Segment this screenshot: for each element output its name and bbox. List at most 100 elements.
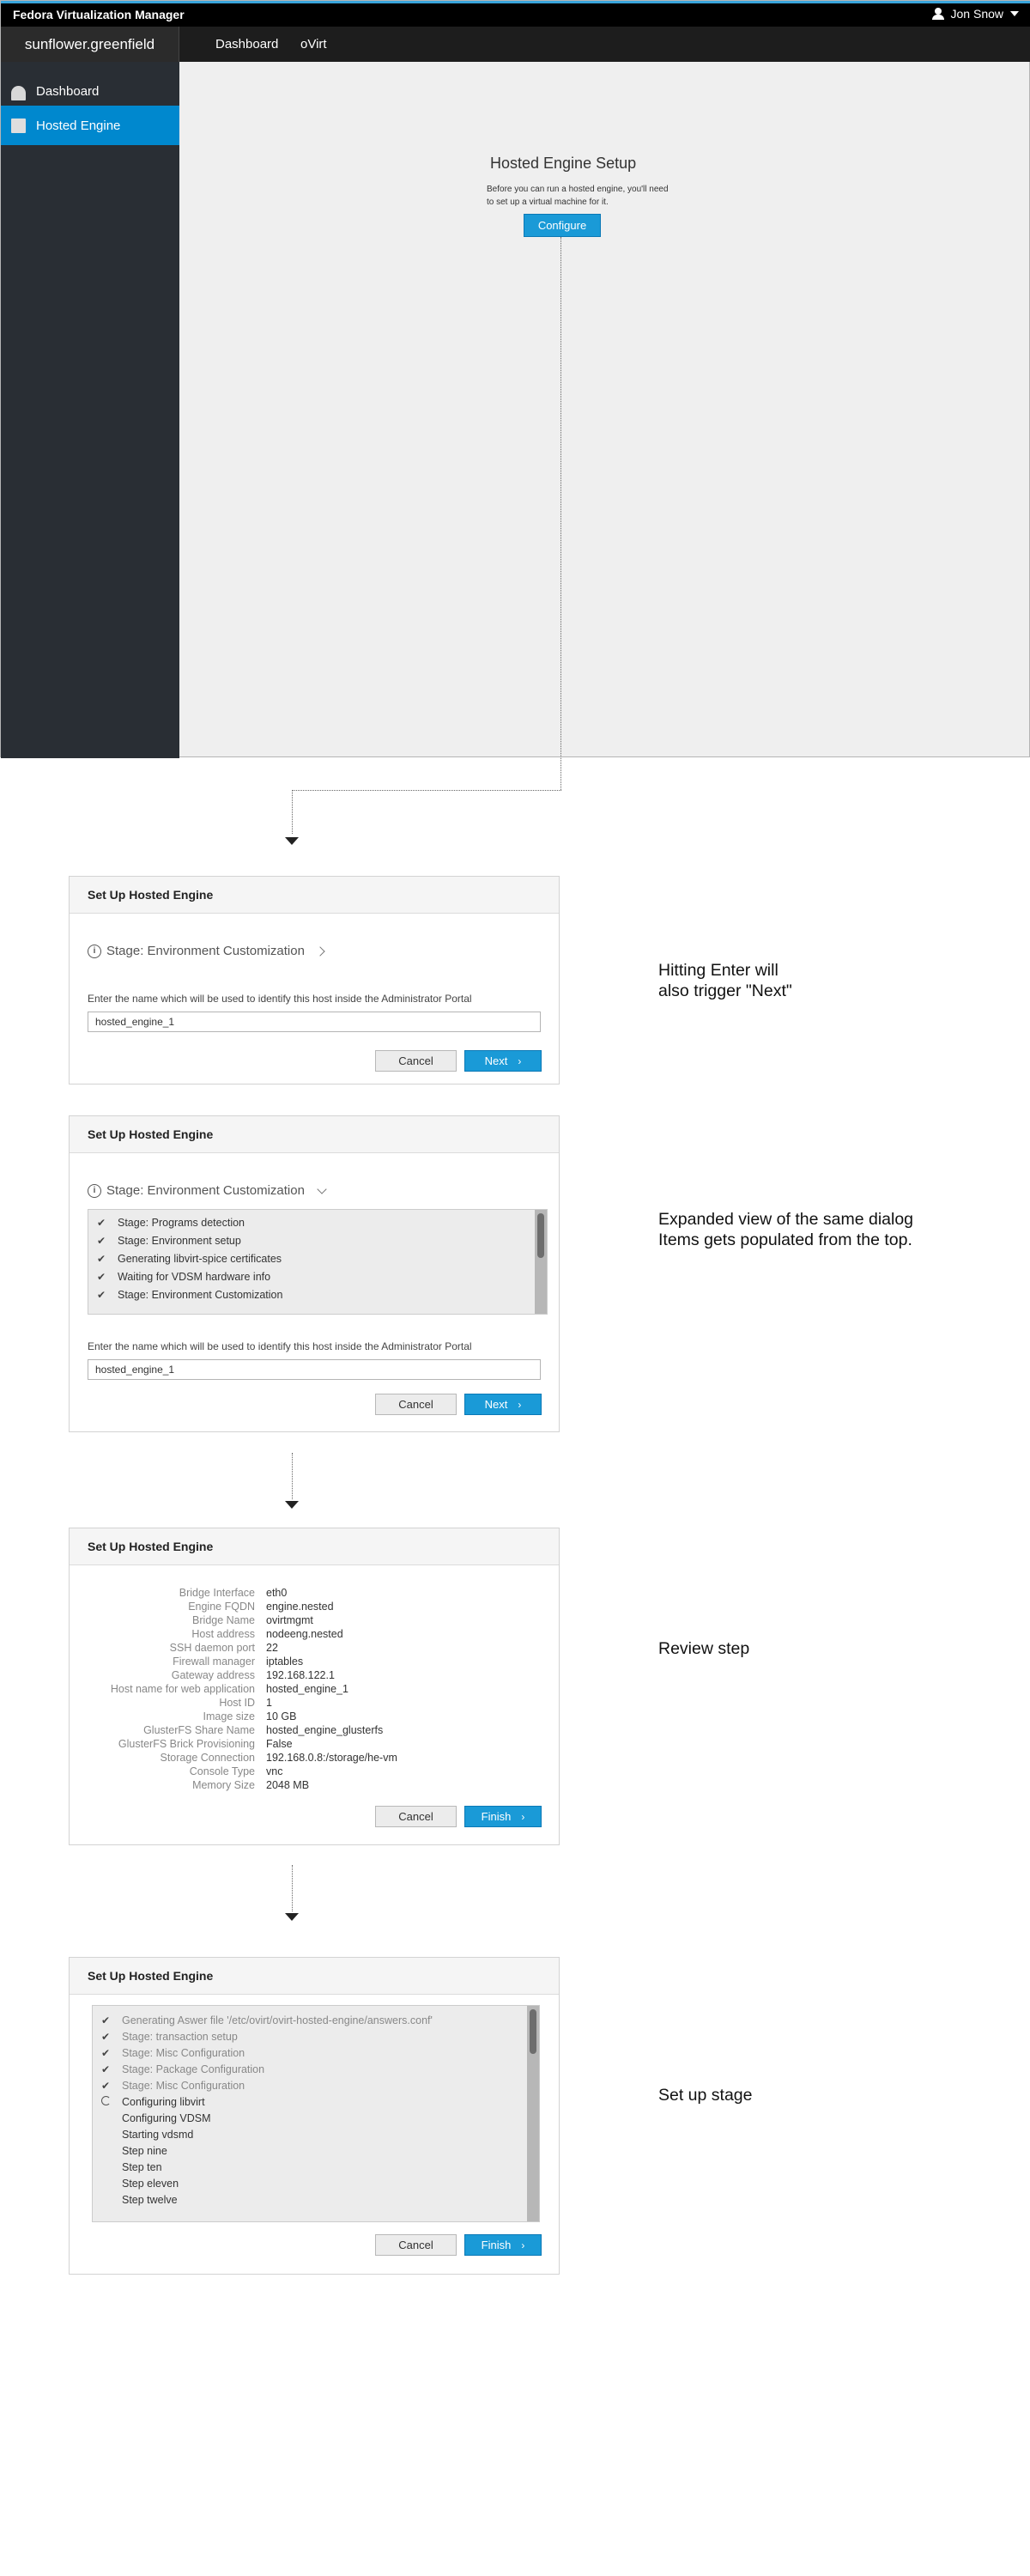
nav-bar: sunflower.greenfield Dashboard oVirt <box>1 27 1030 62</box>
log-item: ✔ Stage: Programs detection <box>97 1217 245 1229</box>
arrow-down-icon <box>285 837 299 845</box>
stage-toggle[interactable]: i Stage: Environment Customization <box>88 1183 327 1198</box>
cancel-button[interactable]: Cancel <box>375 1806 457 1827</box>
host-name-input[interactable]: hosted_engine_1 <box>88 1012 541 1032</box>
configure-button[interactable]: Configure <box>524 214 601 237</box>
review-value: 192.168.0.8:/storage/he-vm <box>266 1752 397 1764</box>
note-line: also trigger "Next" <box>658 981 792 1000</box>
review-label: Host ID <box>219 1697 255 1709</box>
review-label: Console Type <box>189 1765 255 1777</box>
next-button[interactable]: Next › <box>464 1050 542 1072</box>
log-item: Configuring VDSM <box>101 2112 211 2124</box>
review-label: Bridge Name <box>192 1614 255 1626</box>
log-text: Stage: transaction setup <box>122 2031 238 2043</box>
setup-description: Before you can run a hosted engine, you'… <box>487 185 669 207</box>
spinner-icon <box>101 2096 111 2105</box>
user-icon <box>931 8 944 20</box>
next-button[interactable]: Next › <box>464 1394 542 1415</box>
note-line: Expanded view of the same dialog <box>658 1210 914 1229</box>
check-icon: ✔ <box>101 2014 111 2026</box>
info-icon: i <box>88 944 101 958</box>
review-value: iptables <box>266 1656 304 1668</box>
flow-connector <box>292 790 293 834</box>
finish-button[interactable]: Finish › <box>464 1806 542 1827</box>
sidebar-item-label: Dashboard <box>36 83 100 99</box>
dialog-title: Set Up Hosted Engine <box>70 1116 559 1153</box>
log-item: ✔ Stage: Package Configuration <box>101 2063 264 2075</box>
next-label: Next <box>484 1054 508 1067</box>
stage-toggle[interactable]: i Stage: Environment Customization <box>88 944 325 958</box>
field-label: Enter the name which will be used to ide… <box>88 993 472 1005</box>
dialog-title: Set Up Hosted Engine <box>70 1528 559 1565</box>
dialog-title: Set Up Hosted Engine <box>70 877 559 914</box>
user-menu[interactable]: Jon Snow <box>931 7 1019 21</box>
nav-ovirt[interactable]: oVirt <box>300 27 327 62</box>
log-item: Step eleven <box>101 2178 179 2190</box>
sidebar-item-hosted-engine[interactable]: Hosted Engine <box>1 106 179 145</box>
log-text: Stage: Environment setup <box>118 1235 241 1247</box>
hosted-engine-icon <box>11 118 26 133</box>
log-item: Step ten <box>101 2161 162 2173</box>
scrollbar[interactable] <box>535 1210 547 1314</box>
setup-log[interactable]: ✔ Generating Aswer file '/etc/ovirt/ovirt… <box>92 2005 540 2222</box>
log-text: Stage: Environment Customization <box>118 1289 283 1301</box>
check-icon: ✔ <box>101 2080 111 2092</box>
review-label: Engine FQDN <box>188 1601 255 1613</box>
top-bar: Fedora Virtualization Manager Jon Snow <box>1 1 1030 27</box>
caret-down-icon <box>1010 11 1019 16</box>
review-label: Gateway address <box>171 1669 255 1681</box>
review-value: 10 GB <box>266 1710 297 1722</box>
review-label: Image size <box>203 1710 255 1722</box>
log-text: Configuring VDSM <box>122 2112 211 2124</box>
review-value: False <box>266 1738 293 1750</box>
annotation-note: Expanded view of the same dialog Items g… <box>658 1209 913 1250</box>
flow-connector <box>560 237 561 790</box>
host-name[interactable]: sunflower.greenfield <box>1 27 179 62</box>
check-icon: ✔ <box>97 1235 106 1247</box>
log-item: ✔ Stage: Misc Configuration <box>101 2047 245 2059</box>
annotation-note: Review step <box>658 1639 750 1658</box>
cancel-button[interactable]: Cancel <box>375 1394 457 1415</box>
flow-connector <box>292 1865 293 1911</box>
log-item: ✔ Stage: Environment setup <box>97 1235 241 1247</box>
note-line: Hitting Enter will <box>658 961 779 980</box>
cancel-button[interactable]: Cancel <box>375 1050 457 1072</box>
review-label: Storage Connection <box>160 1752 256 1764</box>
log-text: Step ten <box>122 2161 162 2173</box>
host-name-input[interactable]: hosted_engine_1 <box>88 1359 541 1380</box>
log-text: Configuring libvirt <box>122 2096 205 2108</box>
review-label: Memory Size <box>192 1779 255 1791</box>
log-item: ✔ Waiting for VDSM hardware info <box>97 1271 270 1283</box>
review-value: 2048 MB <box>266 1779 310 1791</box>
log-text: Generating libvirt-spice certificates <box>118 1253 282 1265</box>
review-value: 22 <box>266 1642 278 1654</box>
stage-log[interactable]: ✔ Stage: Programs detection ✔ Stage: Envir… <box>88 1209 548 1315</box>
cancel-button[interactable]: Cancel <box>375 2234 457 2256</box>
log-item: ✔ Stage: Misc Configuration <box>101 2080 245 2092</box>
chevron-right-icon: › <box>521 1811 525 1823</box>
scrollbar-thumb[interactable] <box>537 1213 544 1258</box>
log-item: ✔ Generating libvirt-spice certificates <box>97 1253 282 1265</box>
log-text: Stage: Programs detection <box>118 1217 245 1229</box>
finish-button[interactable]: Finish › <box>464 2234 542 2256</box>
dialog-setup-progress: Set Up Hosted Engine ✔ Generating Aswer f… <box>69 1957 560 2275</box>
nav-dashboard[interactable]: Dashboard <box>215 27 278 62</box>
finish-label: Finish <box>481 2239 512 2251</box>
log-text: Stage: Misc Configuration <box>122 2080 245 2092</box>
review-value: 1 <box>266 1697 272 1709</box>
log-item: ✔ Stage: Environment Customization <box>97 1289 282 1301</box>
annotation-note: Set up stage <box>658 2086 753 2105</box>
log-text: Waiting for VDSM hardware info <box>118 1271 271 1283</box>
chevron-right-icon: › <box>521 2239 525 2251</box>
dialog-stage-collapsed: Set Up Hosted Engine i Stage: Environmen… <box>69 876 560 1084</box>
log-text: Starting vdsmd <box>122 2129 194 2141</box>
log-text: Step eleven <box>122 2178 179 2190</box>
arrow-down-icon <box>285 1501 299 1509</box>
scrollbar-thumb[interactable] <box>530 2009 536 2054</box>
chevron-right-icon: › <box>518 1399 522 1411</box>
review-label: Firewall manager <box>173 1656 255 1668</box>
setup-title: Hosted Engine Setup <box>490 155 637 172</box>
log-item: Step nine <box>101 2145 167 2157</box>
stage-label: Stage: Environment Customization <box>106 944 305 958</box>
scrollbar[interactable] <box>527 2006 539 2221</box>
